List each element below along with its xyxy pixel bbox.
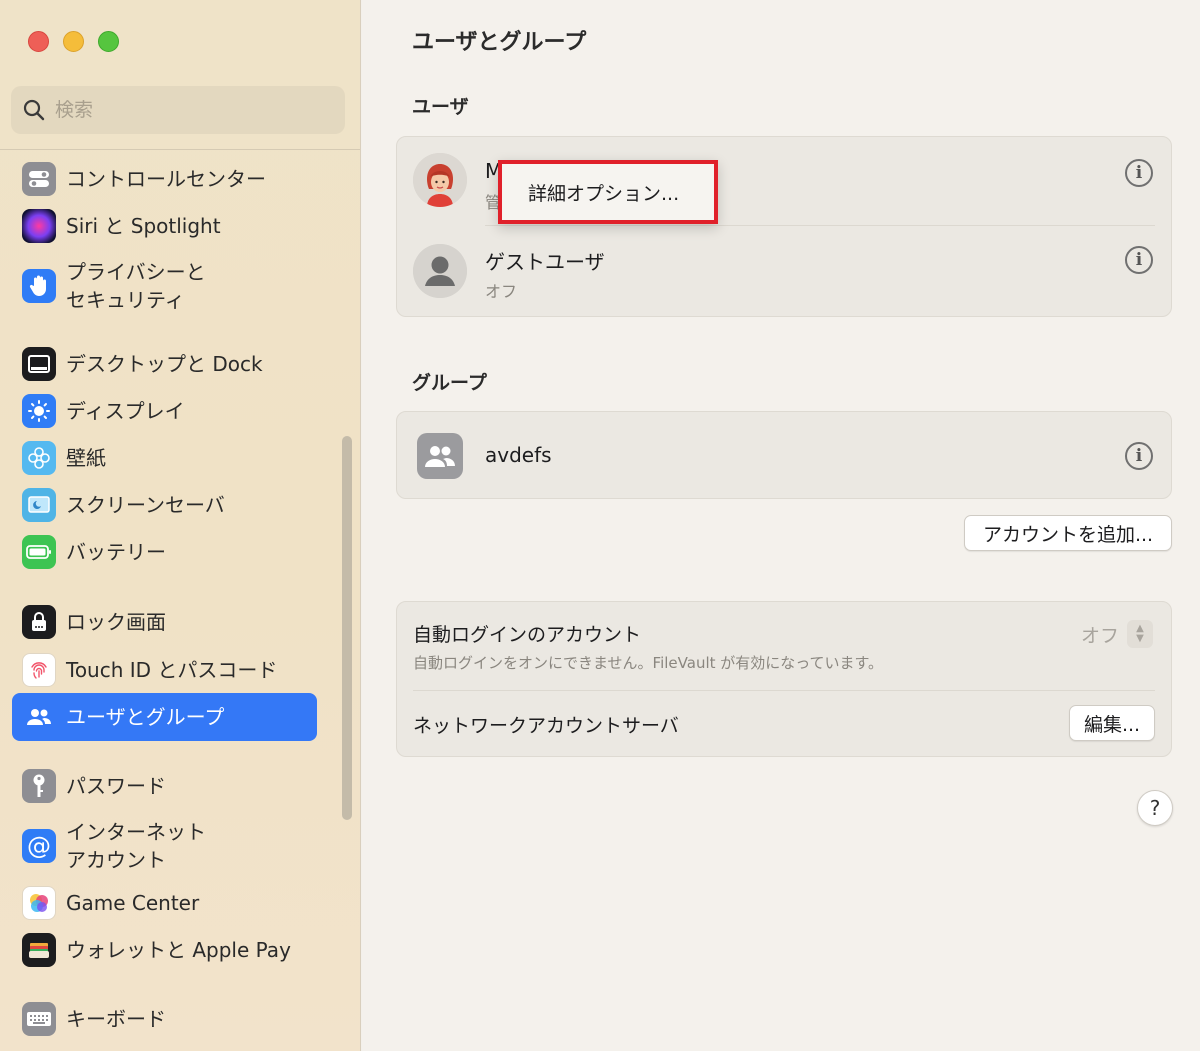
sidebar-item-label: デスクトップと Dock <box>66 352 263 376</box>
sidebar-scrollbar[interactable] <box>342 436 352 820</box>
sidebar-item-screensaver[interactable]: スクリーンセーバ <box>12 487 317 523</box>
sidebar-divider <box>0 149 360 150</box>
guest-user-name: ゲストユーザ <box>485 250 605 274</box>
sidebar-item-label: プライバシーと セキュリティ <box>66 260 206 312</box>
sidebar-item-label: コントロールセンター <box>66 167 266 191</box>
sidebar-item-label: インターネット アカウント <box>66 820 206 872</box>
sidebar-item-label: ロック画面 <box>66 610 166 634</box>
auto-login-label: 自動ログインのアカウント <box>413 624 642 646</box>
page-title: ユーザとグループ <box>412 30 587 55</box>
sidebar-item-label: 壁紙 <box>66 446 106 470</box>
sidebar-item-privacy[interactable]: プライバシーと セキュリティ <box>12 258 317 314</box>
add-account-button[interactable]: アカウントを追加... <box>964 515 1172 551</box>
group-icon <box>417 433 463 479</box>
hand-icon <box>22 269 56 303</box>
sidebar-item-lock-screen[interactable]: ロック画面 <box>12 604 317 640</box>
login-options-card: 自動ログインのアカウント 自動ログインをオンにできません。FileVault が… <box>396 601 1172 757</box>
fingerprint-icon <box>22 653 56 687</box>
guest-user-row[interactable]: ゲストユーザ オフ i <box>397 226 1171 318</box>
auto-login-row: 自動ログインのアカウント 自動ログインをオンにできません。FileVault が… <box>397 602 1171 690</box>
wallet-icon <box>22 933 56 967</box>
sun-icon <box>22 394 56 428</box>
control-center-icon <box>22 162 56 196</box>
sidebar-item-wallpaper[interactable]: 壁紙 <box>12 440 317 476</box>
guest-user-status: オフ <box>485 282 518 301</box>
sidebar-item-label: ユーザとグループ <box>66 705 225 729</box>
lock-icon <box>22 605 56 639</box>
battery-icon <box>22 535 56 569</box>
sidebar-item-label: パスワード <box>66 774 166 798</box>
sidebar-item-battery[interactable]: バッテリー <box>12 534 317 570</box>
sidebar-item-wallet[interactable]: ウォレットと Apple Pay <box>12 932 317 968</box>
search-field[interactable] <box>11 86 345 134</box>
users-section-header: ユーザ <box>412 96 469 118</box>
sidebar: コントロールセンター Siri と Spotlight プライバシーと セキュリ… <box>0 0 361 1051</box>
sidebar-item-label: Game Center <box>66 891 200 915</box>
sidebar-item-users-groups[interactable]: ユーザとグループ <box>12 693 317 741</box>
dock-icon <box>22 347 56 381</box>
search-icon <box>23 99 45 121</box>
search-input[interactable] <box>55 99 335 121</box>
auto-login-value: オフ <box>1080 624 1119 647</box>
sidebar-item-label: Siri と Spotlight <box>66 214 221 238</box>
sidebar-item-control-center[interactable]: コントロールセンター <box>12 161 317 197</box>
chevron-updown-icon: ▲ ▼ <box>1127 620 1153 648</box>
sidebar-item-label: キーボード <box>66 1007 166 1031</box>
groups-card: avdefs i <box>396 411 1172 499</box>
info-icon[interactable]: i <box>1125 159 1153 187</box>
users-icon <box>22 700 56 734</box>
info-icon[interactable]: i <box>1125 442 1153 470</box>
game-center-icon <box>22 886 56 920</box>
window-controls <box>28 31 119 52</box>
sidebar-item-label: ディスプレイ <box>66 399 185 423</box>
at-icon: @ <box>22 829 56 863</box>
sidebar-item-display[interactable]: ディスプレイ <box>12 393 317 429</box>
context-menu-advanced-options[interactable]: 詳細オプション... <box>498 160 718 224</box>
menu-item-advanced-options[interactable]: 詳細オプション... <box>528 179 679 206</box>
group-row[interactable]: avdefs i <box>397 412 1171 500</box>
key-icon <box>22 769 56 803</box>
sidebar-item-label: スクリーンセーバ <box>66 493 225 517</box>
groups-section-header: グループ <box>412 372 487 394</box>
wallpaper-icon <box>22 441 56 475</box>
sidebar-item-label: ウォレットと Apple Pay <box>66 938 291 962</box>
network-server-label: ネットワークアカウントサーバ <box>413 715 679 737</box>
siri-icon <box>22 209 56 243</box>
sidebar-item-touch-id[interactable]: Touch ID とパスコード <box>12 652 317 688</box>
sidebar-item-desktop-dock[interactable]: デスクトップと Dock <box>12 346 317 382</box>
sidebar-item-keyboard[interactable]: キーボード <box>12 1001 317 1037</box>
screensaver-icon <box>22 488 56 522</box>
keyboard-icon <box>22 1002 56 1036</box>
auto-login-popup[interactable]: オフ ▲ ▼ <box>1081 620 1153 648</box>
memoji-avatar <box>413 153 467 207</box>
info-icon[interactable]: i <box>1125 246 1153 274</box>
sidebar-item-passwords[interactable]: パスワード <box>12 768 317 804</box>
auto-login-note: 自動ログインをオンにできません。FileVault が有効になっています。 <box>413 654 884 672</box>
guest-avatar <box>413 244 467 298</box>
main-pane: ユーザとグループ ユーザ M 管 i ゲストユーザ オフ i グループ avde… <box>362 0 1200 1051</box>
close-window-button[interactable] <box>28 31 49 52</box>
sidebar-item-siri[interactable]: Siri と Spotlight <box>12 208 317 244</box>
sidebar-item-game-center[interactable]: Game Center <box>12 885 317 921</box>
network-server-row: ネットワークアカウントサーバ 編集... <box>397 691 1171 758</box>
group-name: avdefs <box>485 443 552 467</box>
zoom-window-button[interactable] <box>98 31 119 52</box>
sidebar-item-label: Touch ID とパスコード <box>66 658 278 682</box>
sidebar-item-label: バッテリー <box>66 540 166 564</box>
help-button[interactable]: ? <box>1137 790 1173 826</box>
edit-button[interactable]: 編集... <box>1069 705 1155 741</box>
sidebar-item-internet-accounts[interactable]: @ インターネット アカウント <box>12 818 317 874</box>
minimize-window-button[interactable] <box>63 31 84 52</box>
